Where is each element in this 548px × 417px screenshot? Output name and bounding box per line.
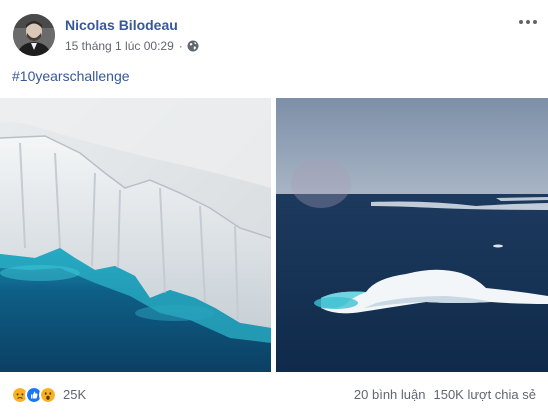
shares-count[interactable]: 150K lượt chia sẻ: [433, 387, 536, 403]
comments-count[interactable]: 20 bình luận: [354, 387, 426, 403]
globe-icon[interactable]: [187, 40, 199, 52]
avatar-image: [13, 14, 55, 56]
facebook-post: Nicolas Bilodeau 15 tháng 1 lúc 00:29 · …: [0, 0, 548, 417]
post-timestamp[interactable]: 15 tháng 1 lúc 00:29: [65, 38, 174, 54]
post-stats: 20 bình luận 150K lượt chia sẻ: [354, 387, 536, 403]
meta-separator: ·: [178, 39, 183, 53]
wow-reaction-icon: [39, 386, 57, 404]
avatar[interactable]: [13, 14, 55, 56]
photo-glacier[interactable]: [0, 98, 271, 372]
photo-iceberg[interactable]: [276, 98, 548, 372]
reactions-summary[interactable]: 25K: [11, 386, 86, 404]
author-name[interactable]: Nicolas Bilodeau: [65, 16, 178, 34]
post-footer: 25K 20 bình luận 150K lượt chia sẻ: [0, 382, 548, 408]
more-options-icon[interactable]: [516, 14, 540, 30]
reaction-count: 25K: [63, 387, 87, 402]
post-meta: 15 tháng 1 lúc 00:29 ·: [65, 38, 199, 54]
hashtag-link[interactable]: #10yearschallenge: [12, 67, 130, 85]
